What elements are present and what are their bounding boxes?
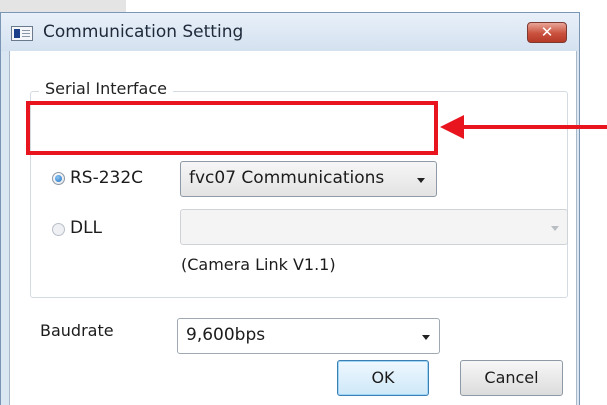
baudrate-label: Baudrate xyxy=(40,321,114,340)
annotation-highlight-box xyxy=(26,101,438,155)
app-window-icon xyxy=(11,26,33,41)
chevron-down-icon xyxy=(551,226,559,231)
rs232c-label[interactable]: RS-232C xyxy=(70,168,143,188)
serial-interface-group-label: Serial Interface xyxy=(39,79,173,98)
dll-radio[interactable] xyxy=(52,223,65,236)
cancel-button[interactable]: Cancel xyxy=(460,360,563,396)
title-bar[interactable]: Communication Setting ✕ xyxy=(1,13,579,51)
close-button[interactable]: ✕ xyxy=(527,22,567,43)
background-tab xyxy=(0,0,126,12)
chevron-down-icon xyxy=(417,178,425,183)
dll-label[interactable]: DLL xyxy=(70,218,102,238)
dll-select[interactable] xyxy=(180,209,568,245)
rs232c-port-select[interactable]: fvc07 Communications xyxy=(180,161,437,197)
communication-setting-dialog: Communication Setting ✕ Serial Interface… xyxy=(0,12,580,405)
annotation-arrow-head-icon xyxy=(440,115,464,139)
screenshot-stage: Communication Setting ✕ Serial Interface… xyxy=(0,0,607,405)
ok-button[interactable]: OK xyxy=(337,360,429,396)
rs232c-port-value: fvc07 Communications xyxy=(189,168,385,188)
background-strip xyxy=(0,0,607,12)
rs232c-radio[interactable] xyxy=(52,172,65,185)
baudrate-select[interactable]: 9,600bps xyxy=(177,318,440,354)
baudrate-value: 9,600bps xyxy=(186,325,266,345)
annotation-arrow-line xyxy=(462,125,607,129)
close-icon: ✕ xyxy=(540,23,554,41)
chevron-down-icon xyxy=(422,335,430,340)
window-title: Communication Setting xyxy=(43,22,244,42)
camera-link-note: (Camera Link V1.1) xyxy=(181,255,336,274)
